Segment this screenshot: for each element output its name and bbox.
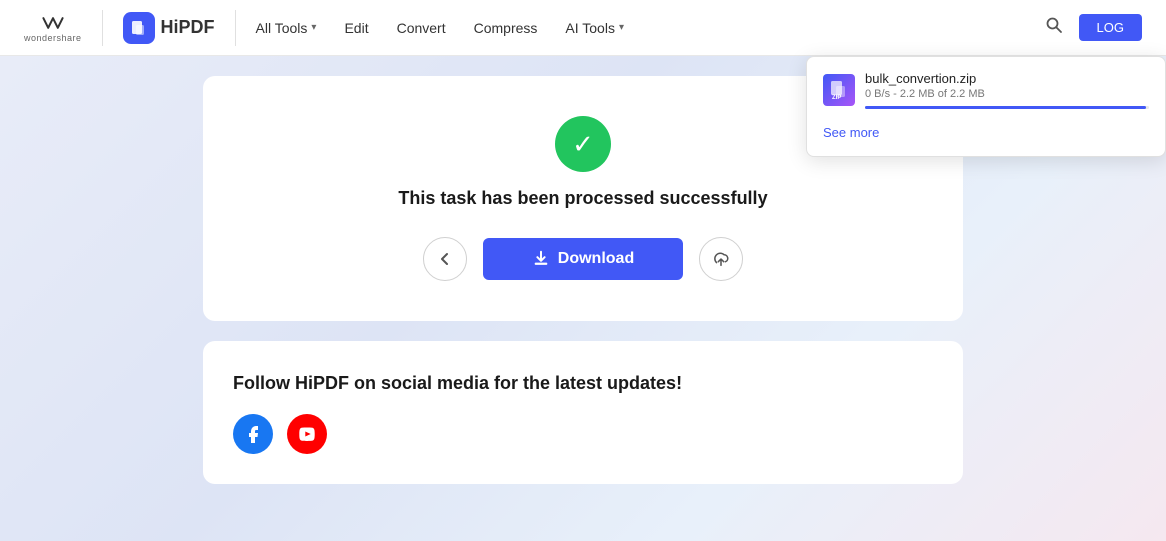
hipdf-label: HiPDF <box>161 17 215 38</box>
wondershare-text: wondershare <box>24 33 82 43</box>
file-thumbnail: ZIP <box>823 74 855 106</box>
divider <box>102 10 103 46</box>
nav-ai-tools[interactable]: AI Tools ▾ <box>565 20 624 36</box>
download-button-label: Download <box>558 250 634 268</box>
popup-file-row: ZIP bulk_convertion.zip 0 B/s - 2.2 MB o… <box>823 71 1149 109</box>
header: wondershare HiPDF All Tools ▾ Edit Conve… <box>0 0 1166 56</box>
ai-tools-chevron-icon: ▾ <box>619 22 624 33</box>
social-card: Follow HiPDF on social media for the lat… <box>203 341 963 484</box>
download-icon <box>532 250 550 268</box>
login-button[interactable]: LOG <box>1079 14 1142 41</box>
main-content: ✓ This task has been processed successfu… <box>0 56 1166 541</box>
see-more-link[interactable]: See more <box>823 125 879 140</box>
checkmark-icon: ✓ <box>572 131 594 157</box>
social-icons-row <box>233 414 933 454</box>
download-popup: ZIP bulk_convertion.zip 0 B/s - 2.2 MB o… <box>806 56 1166 157</box>
search-button[interactable] <box>1045 16 1063 39</box>
hipdf-svg <box>130 19 148 37</box>
zip-file-icon: ZIP <box>828 79 850 101</box>
file-name: bulk_convertion.zip <box>865 71 1149 86</box>
hipdf-icon-badge <box>123 12 155 44</box>
all-tools-chevron-icon: ▾ <box>311 22 316 33</box>
nav-edit[interactable]: Edit <box>344 20 368 36</box>
download-button[interactable]: Download <box>483 238 683 280</box>
hipdf-logo[interactable]: HiPDF <box>123 12 215 44</box>
search-icon <box>1045 16 1063 34</box>
wondershare-logo: wondershare <box>24 13 82 43</box>
back-icon <box>437 251 453 267</box>
upload-cloud-icon <box>712 250 730 268</box>
progress-bar-background <box>865 106 1149 109</box>
back-button[interactable] <box>423 237 467 281</box>
action-row: Download <box>423 237 743 281</box>
youtube-button[interactable] <box>287 414 327 454</box>
logo-area: wondershare HiPDF <box>24 10 236 46</box>
nav-all-tools[interactable]: All Tools ▾ <box>256 20 317 36</box>
success-message: This task has been processed successfull… <box>398 188 767 209</box>
nav-compress[interactable]: Compress <box>474 20 538 36</box>
progress-bar-fill <box>865 106 1146 109</box>
nav-convert[interactable]: Convert <box>397 20 446 36</box>
social-title: Follow HiPDF on social media for the lat… <box>233 371 933 396</box>
svg-text:ZIP: ZIP <box>832 95 841 101</box>
wondershare-icon <box>37 13 69 33</box>
upload-cloud-button[interactable] <box>699 237 743 281</box>
main-nav: All Tools ▾ Edit Convert Compress AI Too… <box>256 16 1063 39</box>
file-progress-text: 0 B/s - 2.2 MB of 2.2 MB <box>865 88 1149 100</box>
youtube-icon <box>297 424 317 444</box>
facebook-icon <box>243 424 263 444</box>
file-info: bulk_convertion.zip 0 B/s - 2.2 MB of 2.… <box>865 71 1149 109</box>
facebook-button[interactable] <box>233 414 273 454</box>
success-icon-circle: ✓ <box>555 116 611 172</box>
